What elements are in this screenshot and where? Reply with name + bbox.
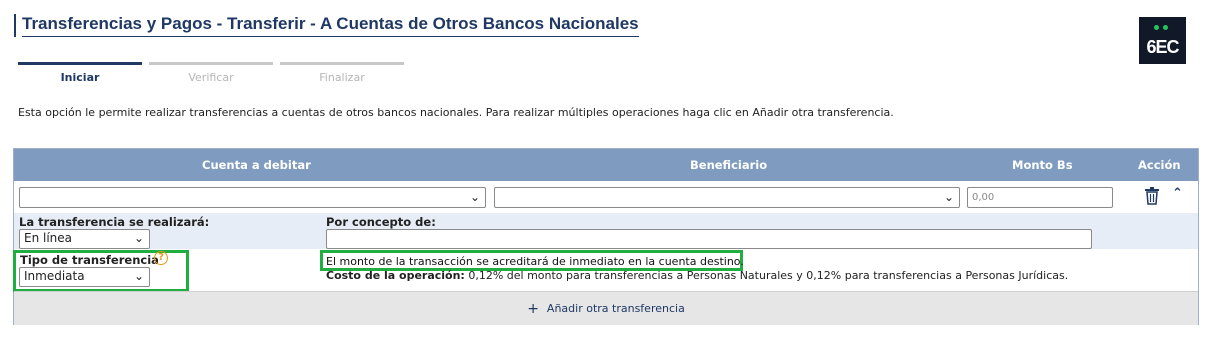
column-header-beneficiary: Beneficiario xyxy=(690,158,768,172)
page-title: Transferencias y Pagos - Transferir - A … xyxy=(22,14,639,37)
chevron-down-icon: ⌄ xyxy=(469,190,480,204)
chevron-down-icon: ⌄ xyxy=(943,190,954,204)
when-label: La transferencia se realizará: xyxy=(19,215,210,229)
plus-icon: + xyxy=(527,300,539,317)
when-select[interactable]: En línea ⌄ xyxy=(19,229,150,249)
help-icon[interactable]: ? xyxy=(154,251,168,265)
add-transfer-label: Añadir otra transferencia xyxy=(546,302,685,315)
cost-label: Costo de la operación: xyxy=(326,269,465,282)
concept-input[interactable] xyxy=(326,229,1092,249)
intro-text: Esta opción le permite realizar transfer… xyxy=(18,106,894,119)
column-header-action: Acción xyxy=(1138,158,1181,172)
cost-text: 0,12% del monto para transferencias a Pe… xyxy=(468,269,1069,282)
type-select-value: Inmediata xyxy=(24,269,85,283)
add-transfer-button[interactable]: + Añadir otra transferencia xyxy=(14,291,1198,325)
trash-icon[interactable] xyxy=(1144,187,1160,205)
step-iniciar: Iniciar xyxy=(18,62,142,84)
beneficiary-select[interactable]: ⌄ xyxy=(494,187,960,208)
logo-dots xyxy=(1154,25,1168,30)
transfer-type-row: Tipo de transferencia ? Inmediata ⌄ El m… xyxy=(13,249,1198,292)
transfer-options-row: La transferencia se realizará: En línea … xyxy=(14,213,1198,249)
chevron-down-icon: ⌄ xyxy=(133,231,144,245)
type-label: Tipo de transferencia xyxy=(20,253,159,267)
amount-placeholder: 0,00 xyxy=(972,192,995,203)
chevron-down-icon: ⌄ xyxy=(133,269,144,283)
logo-text: 6EC xyxy=(1146,37,1179,57)
transfer-row: ⌄ ⌄ 0,00 ⌃ xyxy=(14,181,1198,213)
chevron-up-icon[interactable]: ⌃ xyxy=(1172,186,1183,201)
column-header-account: Cuenta a debitar xyxy=(202,158,311,172)
transfer-panel: Cuenta a debitar Beneficiario Monto Bs A… xyxy=(13,148,1199,325)
step-finalizar: Finalizar xyxy=(280,62,404,84)
immediate-notice: El monto de la transacción se acreditará… xyxy=(326,255,744,268)
bank-logo: 6EC xyxy=(1139,17,1186,64)
concept-label: Por concepto de: xyxy=(326,215,436,229)
wizard-steps: Iniciar Verificar Finalizar xyxy=(18,62,404,84)
table-header: Cuenta a debitar Beneficiario Monto Bs A… xyxy=(14,149,1198,181)
column-header-amount: Monto Bs xyxy=(1012,158,1073,172)
account-select[interactable]: ⌄ xyxy=(19,187,486,208)
cost-info: Costo de la operación: 0,12% del monto p… xyxy=(326,269,1068,282)
step-verificar: Verificar xyxy=(149,62,273,84)
page-title-wrap: Transferencias y Pagos - Transferir - A … xyxy=(14,14,639,37)
when-select-value: En línea xyxy=(24,231,73,245)
type-select[interactable]: Inmediata ⌄ xyxy=(19,267,150,287)
amount-input[interactable]: 0,00 xyxy=(967,187,1113,208)
